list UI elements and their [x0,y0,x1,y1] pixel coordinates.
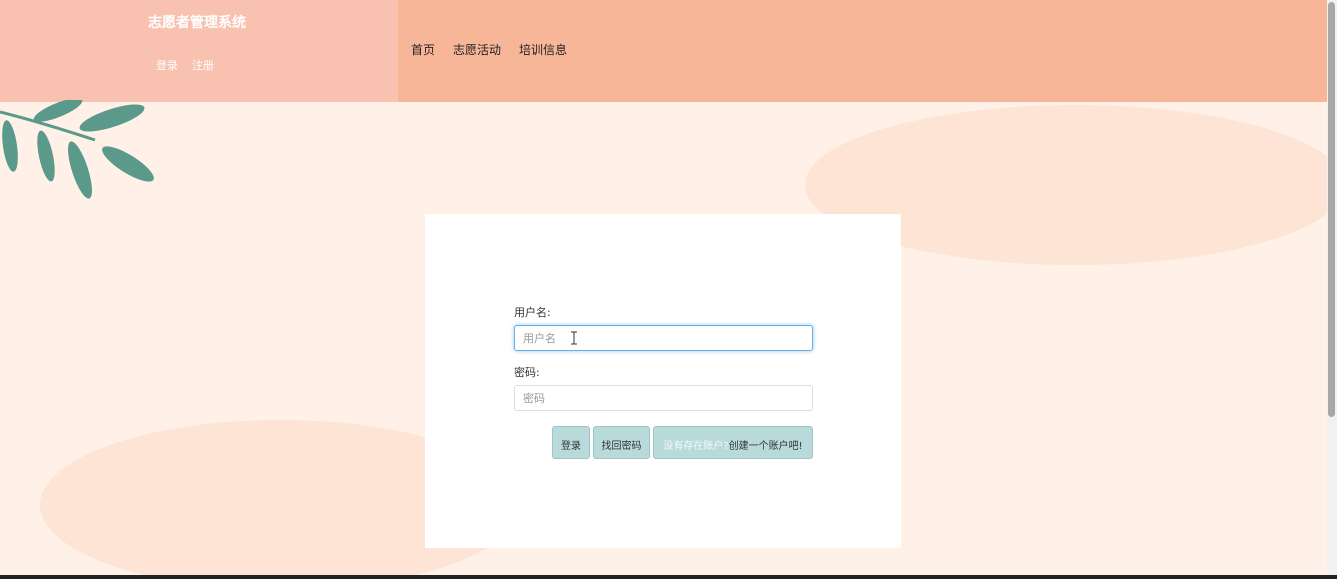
nav-item-home[interactable]: 首页 [411,41,435,58]
login-button[interactable]: 登录 [552,426,590,459]
nav-item-training[interactable]: 培训信息 [519,41,567,58]
password-input[interactable] [514,385,813,411]
nav-item-activities[interactable]: 志愿活动 [453,41,501,58]
username-label: 用户名: [514,306,551,319]
recover-password-button[interactable]: 找回密码 [593,426,650,459]
window-bottom-edge [0,575,1337,579]
password-label: 密码: [514,366,540,379]
scrollbar-thumb[interactable] [1328,2,1335,417]
leaf-branch-decoration [0,100,154,199]
login-card: 用户名: 密码: 登录 找回密码 没有存在账户?创建一个账户吧! [425,214,901,548]
auth-links: 登录 注册 [156,57,214,73]
create-account-button[interactable]: 没有存在账户? 创建一个账户吧! [653,426,813,459]
register-prompt: 没有存在账户? [663,441,729,452]
login-link[interactable]: 登录 [156,57,178,73]
text-cursor-icon [571,331,577,345]
register-link-text: 创建一个账户吧! [728,441,803,452]
username-input[interactable] [514,325,813,351]
main-nav: 首页 志愿活动 培训信息 [411,41,567,58]
register-link[interactable]: 注册 [192,57,214,73]
header-brand-panel: 志愿者管理系统 [0,0,398,102]
site-title: 志愿者管理系统 [148,15,246,31]
